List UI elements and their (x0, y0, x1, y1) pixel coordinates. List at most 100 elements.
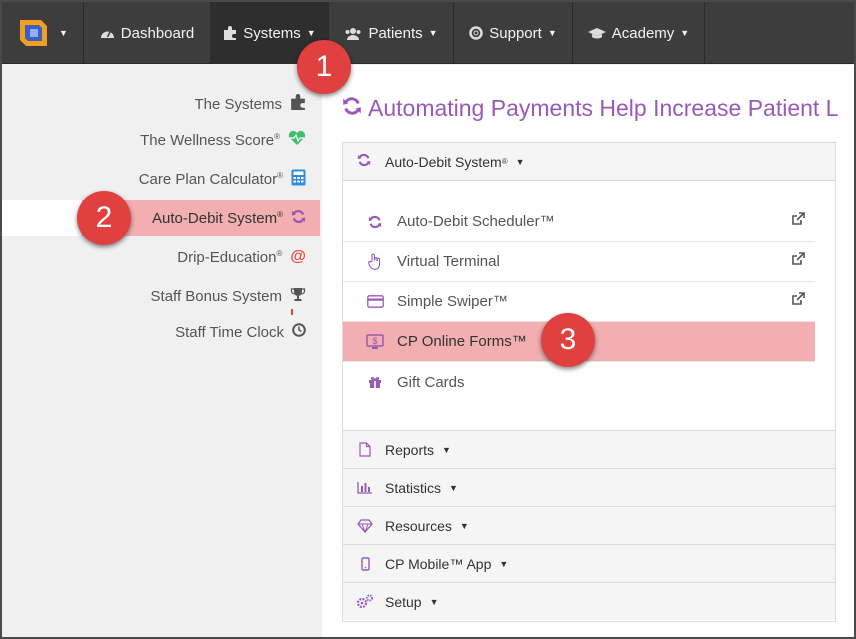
sidebar-item-label: Auto-Debit System (152, 209, 278, 227)
sidebar-item-staff-time-clock[interactable]: Staff Time Clock (2, 314, 320, 350)
sidebar-item-label: Staff Bonus System (150, 287, 282, 305)
page-title-text: Automating Payments Help Increase Patien… (368, 95, 839, 121)
monitor-dollar-icon: $ (363, 333, 387, 350)
callout-badge-2: 2 (77, 191, 131, 245)
refresh-icon (342, 95, 362, 122)
sidebar-item-auto-debit-system[interactable]: Auto-Debit System® (2, 200, 320, 236)
registered-mark: ® (277, 209, 283, 219)
marker-tick (291, 309, 293, 315)
sub-item-label: Simple Swiper™ (397, 293, 508, 310)
graduation-cap-icon (587, 27, 606, 40)
registered-mark: ® (277, 170, 283, 180)
chevron-down-icon: ▼ (547, 28, 557, 38)
puzzle-icon (223, 26, 237, 40)
dashboard-icon (100, 27, 115, 39)
nav-dashboard[interactable]: Dashboard (84, 2, 211, 64)
refresh-icon (291, 209, 306, 228)
auto-debit-panel-header[interactable]: Auto-Debit System ® ▼ (343, 143, 835, 181)
cogs-icon (355, 594, 375, 609)
sidebar-item-label: Drip-Education (177, 248, 277, 266)
auto-debit-scheduler-link[interactable]: Auto-Debit Scheduler™ (343, 202, 815, 242)
external-link-icon[interactable] (791, 292, 805, 310)
panel-header-label: Auto-Debit System (385, 153, 502, 170)
gift-cards-link[interactable]: Gift Cards (343, 362, 815, 402)
nav-academy-label: Academy (611, 24, 675, 42)
users-icon (344, 27, 362, 40)
section-cp-mobile-app[interactable]: CP Mobile™ App ▼ (343, 544, 835, 582)
refresh-icon (363, 215, 387, 229)
nav-academy[interactable]: Academy ▼ (573, 2, 705, 64)
logo-menu[interactable]: ▼ (2, 2, 84, 64)
sidebar-item-the-systems[interactable]: The Systems (2, 86, 320, 122)
hand-pointer-icon (363, 253, 387, 270)
clock-icon (292, 323, 306, 341)
section-label: Resources (385, 517, 452, 534)
chevron-down-icon: ▼ (428, 28, 438, 38)
sidebar-item-care-plan-calculator[interactable]: Care Plan Calculator® (2, 161, 320, 197)
sidebar-item-drip-education[interactable]: Drip-Education® @ (2, 239, 320, 275)
page-title: Automating Payments Help Increase Patien… (342, 95, 838, 122)
section-statistics[interactable]: Statistics ▼ (343, 468, 835, 506)
sidebar-item-label: Staff Time Clock (175, 323, 284, 341)
at-icon: @ (290, 248, 306, 265)
logo-icon (20, 20, 48, 46)
file-icon (355, 442, 375, 457)
section-reports[interactable]: Reports ▼ (343, 430, 835, 468)
sidebar-item-label: The Wellness Score (140, 131, 275, 149)
section-label: Reports (385, 441, 435, 458)
heartbeat-icon (288, 130, 306, 150)
chevron-down-icon: ▼ (59, 28, 68, 38)
nav-support-label: Support (489, 24, 542, 42)
chevron-down-icon: ▼ (499, 558, 509, 569)
gift-icon (363, 375, 387, 389)
svg-text:$: $ (372, 336, 377, 346)
sub-item-label: CP Online Forms™ (397, 333, 527, 350)
trophy-icon (290, 287, 306, 306)
app-window: ▼ Dashboard Systems ▼ Patients ▼ Support… (0, 0, 856, 639)
section-label: Statistics (385, 479, 442, 496)
chevron-down-icon: ▼ (459, 520, 469, 531)
sidebar-item-label-wrap: The Wellness Score® (140, 132, 280, 149)
chevron-down-icon: ▼ (442, 444, 451, 455)
chevron-down-icon: ▼ (429, 596, 439, 607)
sidebar-item-label: The Systems (194, 95, 282, 113)
external-link-icon[interactable] (791, 252, 805, 270)
chevron-down-icon: ▼ (306, 28, 316, 38)
sidebar-item-label-wrap: Drip-Education® (177, 249, 282, 266)
virtual-terminal-link[interactable]: Virtual Terminal (343, 242, 815, 282)
nav-systems-label: Systems (243, 24, 301, 42)
calculator-icon (291, 169, 306, 190)
sidebar-item-wellness-score[interactable]: The Wellness Score® (2, 122, 320, 158)
refresh-icon (357, 153, 371, 170)
registered-mark: ® (501, 157, 508, 166)
section-label: CP Mobile™ App (385, 555, 492, 572)
nav-patients-label: Patients (368, 24, 423, 42)
life-ring-icon (469, 26, 484, 40)
mobile-icon (355, 556, 375, 571)
sidebar-item-label: Care Plan Calculator (138, 170, 278, 188)
section-setup[interactable]: Setup ▼ (343, 582, 835, 620)
nav-dashboard-label: Dashboard (120, 24, 195, 42)
puzzle-icon (290, 94, 306, 114)
nav-support[interactable]: Support ▼ (454, 2, 573, 64)
sub-item-label: Virtual Terminal (397, 253, 500, 270)
auto-debit-panel: Auto-Debit System ® ▼ Auto-Debit Schedule… (342, 142, 836, 622)
sidebar-item-staff-bonus-system[interactable]: Staff Bonus System (2, 278, 320, 314)
sidebar-item-label-wrap: Care Plan Calculator® (139, 171, 283, 188)
sub-item-label: Auto-Debit Scheduler™ (397, 213, 555, 230)
chevron-down-icon: ▼ (680, 28, 690, 38)
credit-card-icon (363, 295, 387, 308)
registered-mark: ® (274, 131, 280, 141)
section-resources[interactable]: Resources ▼ (343, 506, 835, 544)
top-navbar: ▼ Dashboard Systems ▼ Patients ▼ Support… (2, 2, 854, 64)
diamond-icon (355, 518, 375, 533)
chevron-down-icon: ▼ (515, 156, 525, 167)
sub-item-label: Gift Cards (397, 373, 465, 391)
chevron-down-icon: ▼ (449, 482, 458, 493)
bar-chart-icon (355, 481, 375, 494)
sidebar-item-label-wrap: Auto-Debit System® (152, 210, 283, 227)
registered-mark: ® (276, 248, 283, 258)
external-link-icon[interactable] (791, 212, 805, 230)
section-label: Setup (385, 593, 422, 610)
callout-badge-3: 3 (541, 313, 595, 367)
